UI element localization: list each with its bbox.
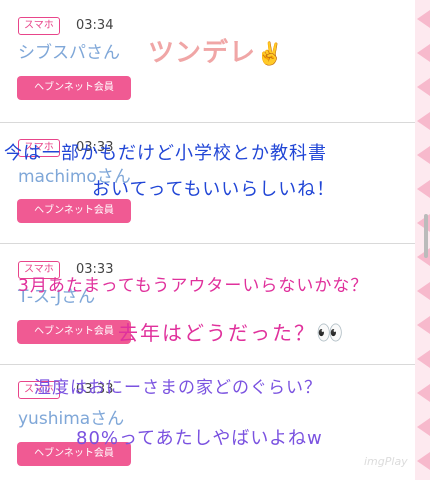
username-link[interactable]: シブスパさん (18, 42, 120, 64)
overlay-text-line: 湿度はおにーさまの家どのぐらい？ (34, 378, 322, 398)
member-button[interactable]: ヘブンネット会員 (17, 199, 131, 223)
overlay-text-line: 3月あたまってもうアウターいらないかな？ (18, 276, 369, 296)
device-badge: スマホ (18, 17, 60, 35)
member-button[interactable]: ヘブンネット会員 (17, 320, 131, 344)
eyes-icon: 👀 (316, 321, 346, 346)
overlay-text-line: おいてってもいいらしいね！ (92, 179, 336, 200)
overlay-text-tsundere: ツンデレ✌️ (148, 38, 285, 68)
overlay-text-line: 今は一部かもだけど小学校とか教科書 (4, 143, 327, 164)
overlay-text-line: 80%ってあたしやばいよねw (76, 428, 323, 449)
timestamp: 03:34 (76, 18, 114, 33)
victory-hand-icon: ✌️ (256, 42, 285, 67)
message-list: スマホ 03:34 シブスパさん ヘブンネット会員 スマホ 03:33 mach… (0, 0, 415, 480)
scrollbar-thumb[interactable] (424, 214, 428, 258)
member-button[interactable]: ヘブンネット会員 (17, 76, 131, 100)
overlay-text-line: 去年はどうだった？👀 (118, 321, 346, 346)
watermark-logo: imgPlay (364, 455, 408, 468)
